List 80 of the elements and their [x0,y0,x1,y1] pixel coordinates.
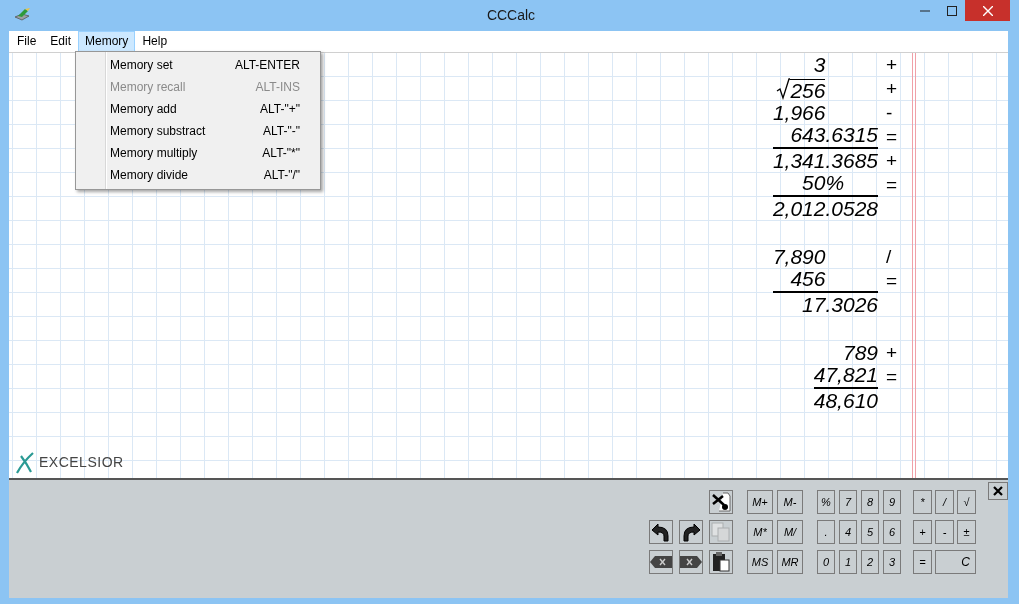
tape-number: 47,821 [813,365,878,389]
maximize-icon [946,5,957,16]
close-button[interactable] [965,0,1010,21]
keypad-key[interactable]: M- [777,490,803,514]
app-icon [13,7,31,23]
tape-number: 643.6315 [772,125,878,149]
menu-item[interactable]: File [10,31,44,52]
keypad-key[interactable]: M+ [747,490,773,514]
tape-number: 1,966 [772,101,827,125]
operator-key[interactable]: ± [957,520,976,544]
undo-button[interactable] [649,520,673,544]
keypad-key[interactable]: MR [777,550,803,574]
operator-key[interactable]: + [913,520,932,544]
digit-key[interactable]: 5 [861,520,879,544]
copy-icon [711,522,731,542]
operator-key[interactable]: * [913,490,932,514]
undo-icon [651,522,671,542]
keypad-key[interactable]: MS [747,550,773,574]
menu-option[interactable]: Memory divide ALT-"/" [76,164,320,186]
digit-key[interactable]: 0 [817,550,835,574]
menu-item[interactable]: Memory [78,31,136,52]
operator-key[interactable]: C [935,550,976,574]
paste-icon [711,552,731,572]
digit-key[interactable]: 6 [883,520,901,544]
menu-option[interactable]: Memory substract ALT-"-" [76,120,320,142]
tape-number: 50% [772,173,878,197]
digit-key[interactable]: 8 [861,490,879,514]
menu-item[interactable]: Help [135,31,175,52]
operator-symbol: + [886,342,898,363]
redo-button[interactable] [679,520,703,544]
logo-text: EXCELSIOR [39,454,124,470]
operator-key[interactable]: √ [957,490,976,514]
cut-button[interactable] [709,490,733,514]
tape-number: 1,341.3685 [772,149,878,173]
digit-key[interactable]: 9 [883,490,901,514]
close-icon [993,486,1003,496]
menu-option[interactable]: Memory set ALT-ENTER [76,54,320,76]
tape-number: 7,890 [772,245,827,269]
menu-option[interactable]: Memory add ALT-"+" [76,98,320,120]
keypad-key[interactable]: M* [747,520,773,544]
tape-number: 456 [772,269,878,293]
digit-key[interactable]: 4 [839,520,857,544]
operator-symbol: + [886,78,898,99]
operator-symbol: + [886,54,898,75]
digit-key[interactable]: 7 [839,490,857,514]
operator-symbol: = [886,174,898,195]
operator-symbol: / [886,246,892,267]
tape-number: 3 [812,53,827,77]
operator-key[interactable]: / [935,490,954,514]
operator-symbol: = [886,366,898,387]
redo-icon [681,522,701,542]
window-title: CCCalc [485,6,537,25]
digit-key[interactable]: % [817,490,835,514]
digit-key[interactable]: . [817,520,835,544]
scissors-icon [711,492,731,512]
digit-key[interactable]: 1 [839,550,857,574]
menu-option[interactable]: Memory multiply ALT-"*" [76,142,320,164]
delete-button[interactable] [679,550,703,574]
digit-key[interactable]: 3 [883,550,901,574]
operator-key[interactable]: = [913,550,932,574]
backspace-button[interactable] [649,550,673,574]
tape-number: 256 [772,77,878,101]
radical-icon [776,78,791,100]
delete-icon [680,556,702,568]
tape-number: 48,610 [813,389,878,413]
tape-number: 17.3026 [801,293,878,317]
operator-key[interactable]: - [935,520,954,544]
operator-symbol: = [886,270,898,291]
keypad-key[interactable]: M/ [777,520,803,544]
menu-item[interactable]: Edit [43,31,79,52]
operator-symbol: - [886,102,893,123]
close-panel-button[interactable] [988,482,1008,500]
tape-number: 789 [841,341,878,365]
digit-key[interactable]: 2 [861,550,879,574]
tape-number: 2,012.0528 [772,197,878,221]
operator-symbol: = [886,126,898,147]
paste-button[interactable] [709,550,733,574]
backspace-icon [650,556,672,568]
operator-symbol: + [886,150,898,171]
close-icon [982,5,993,16]
